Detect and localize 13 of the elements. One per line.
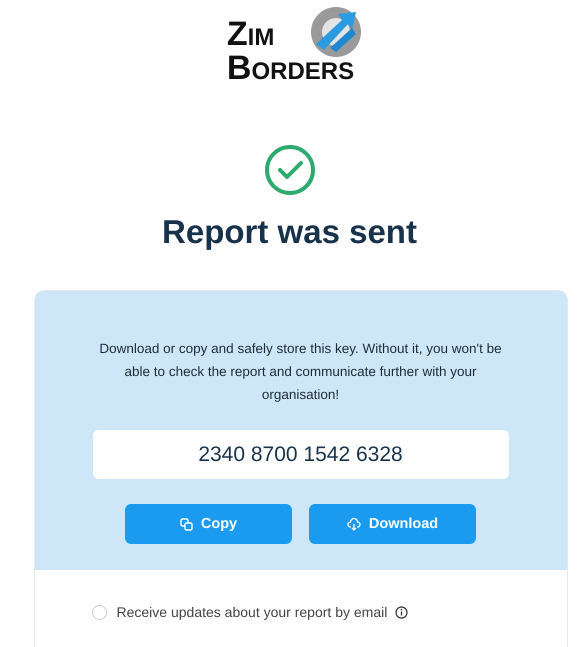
key-field: 2340 8700 1542 6328: [92, 430, 508, 479]
download-button[interactable]: Download: [309, 504, 476, 544]
copy-icon: [180, 518, 193, 530]
checkbox[interactable]: [92, 604, 106, 620]
logo-text: ZIM: [226, 19, 276, 53]
logo-text: BORDERS: [226, 53, 354, 87]
info-icon[interactable]: [395, 606, 408, 618]
checkbox-label: Receive updates about your report by email: [116, 604, 388, 620]
copy-button[interactable]: Copy: [125, 504, 292, 544]
cloud-download-icon: [346, 518, 361, 530]
instruction-text: Download or copy and safely store this key. Without it, you won't be able to check the report and communicate further with your organisation!: [98, 340, 503, 404]
page-title: Report was sent: [162, 212, 417, 252]
check-circle-icon: [264, 144, 316, 196]
